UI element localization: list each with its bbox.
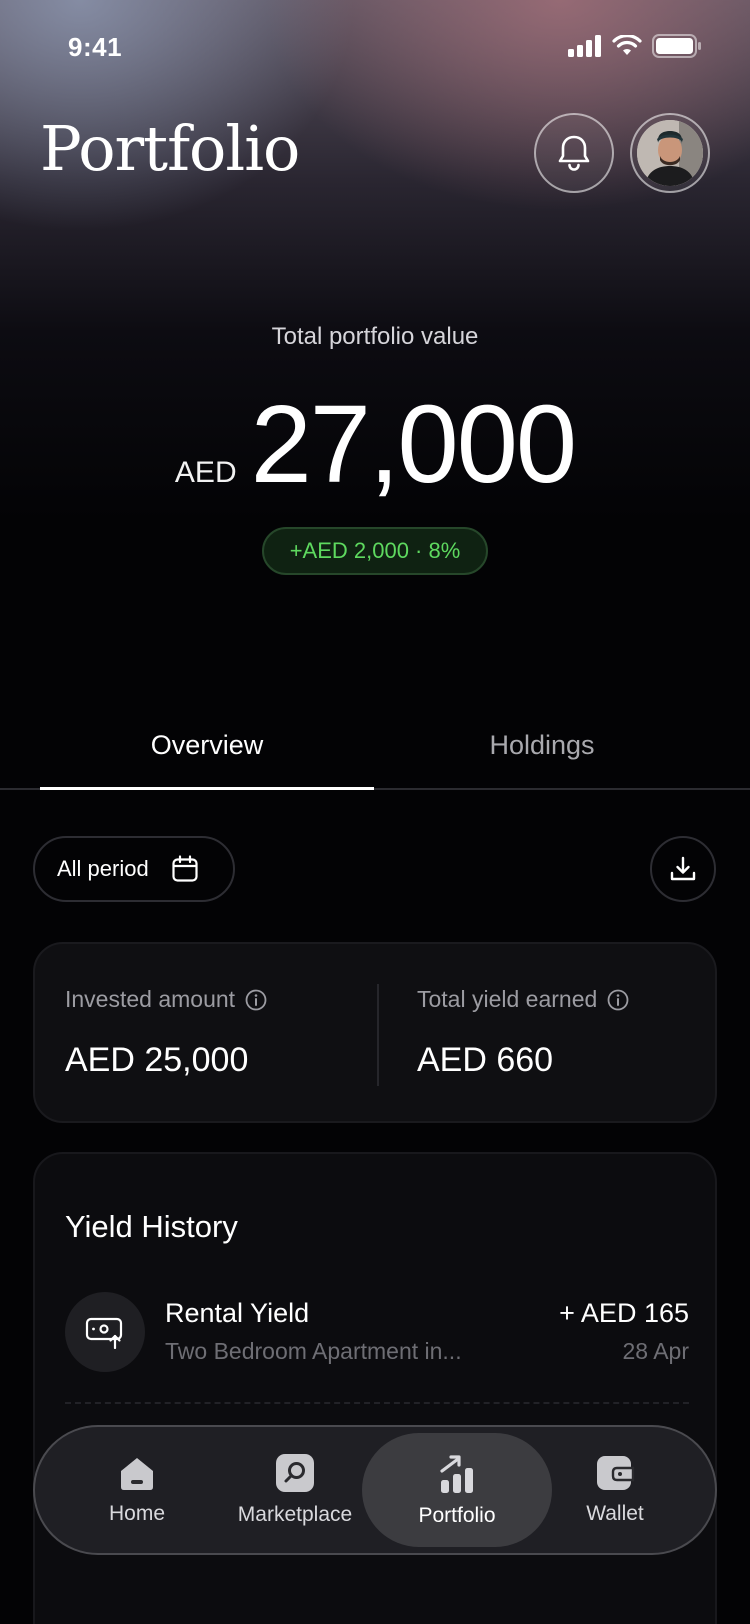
total-yield-label: Total yield earned — [417, 986, 598, 1012]
notifications-button[interactable] — [534, 113, 614, 193]
nav-item-home[interactable]: Home — [57, 1427, 217, 1553]
list-divider — [65, 1402, 689, 1404]
yield-item-date: 28 Apr — [622, 1338, 690, 1364]
wallet-icon — [597, 1456, 635, 1490]
total-yield-stat: Total yield earned AED 660 — [417, 986, 629, 1080]
invested-amount-label: Invested amount — [65, 986, 236, 1012]
portfolio-tabs: Overview Holdings — [0, 700, 750, 790]
tab-overview[interactable]: Overview — [40, 730, 374, 761]
yield-item-title: Rental Yield — [165, 1298, 310, 1328]
profile-button[interactable] — [630, 113, 710, 193]
total-value-currency: AED — [174, 456, 237, 489]
status-time: 9:41 — [68, 32, 123, 62]
signal-icon — [568, 35, 601, 57]
tab-active-indicator — [40, 787, 374, 790]
total-yield-value: AED 660 — [417, 1041, 554, 1079]
info-icon[interactable] — [245, 989, 267, 1011]
bottom-nav: Home Marketplace Portfolio Wallet — [33, 1425, 717, 1555]
total-value: AED 27,000 — [0, 390, 750, 500]
invested-amount-stat: Invested amount AED 25,000 — [65, 986, 267, 1080]
download-icon — [670, 856, 696, 881]
period-filter-button[interactable]: All period — [33, 836, 235, 902]
bell-icon — [558, 135, 590, 171]
portfolio-icon — [440, 1455, 473, 1493]
nav-item-label: Wallet — [586, 1502, 644, 1525]
status-icons — [568, 34, 702, 58]
battery-icon — [652, 34, 701, 58]
total-value-amount: 27,000 — [250, 383, 577, 506]
info-icon[interactable] — [607, 989, 629, 1011]
nav-item-label: Home — [108, 1502, 166, 1525]
nav-item-marketplace[interactable]: Marketplace — [215, 1427, 375, 1553]
yield-history-title: Yield History — [65, 1209, 238, 1244]
nav-item-label: Marketplace — [237, 1503, 353, 1526]
total-value-label: Total portfolio value — [271, 323, 479, 350]
list-item[interactable]: Rental Yield Two Bedroom Apartment in...… — [65, 1292, 689, 1372]
home-icon — [121, 1458, 153, 1490]
tab-holdings[interactable]: Holdings — [374, 730, 710, 761]
stats-divider — [377, 984, 379, 1086]
calendar-icon — [172, 855, 198, 882]
wifi-icon — [612, 35, 642, 55]
nav-item-portfolio[interactable]: Portfolio — [362, 1433, 552, 1547]
nav-item-wallet[interactable]: Wallet — [535, 1427, 695, 1553]
marketplace-icon — [276, 1454, 314, 1492]
stats-card: Invested amount AED 25,000 Total yield e… — [33, 942, 717, 1123]
avatar — [637, 120, 703, 186]
rental-yield-icon — [65, 1292, 145, 1372]
page-title: Portfolio — [40, 112, 300, 185]
header-gradient-background — [0, 0, 750, 720]
download-button[interactable] — [650, 836, 716, 902]
invested-amount-value: AED 25,000 — [65, 1041, 249, 1079]
status-bar: 9:41 — [0, 0, 750, 95]
value-change-badge: +AED 2,000 · 8% — [262, 527, 488, 575]
yield-item-subtitle: Two Bedroom Apartment in... — [165, 1338, 462, 1364]
period-filter-label: All period — [57, 856, 149, 881]
nav-item-label: Portfolio — [418, 1504, 496, 1527]
yield-item-amount: + AED 165 — [559, 1298, 689, 1328]
